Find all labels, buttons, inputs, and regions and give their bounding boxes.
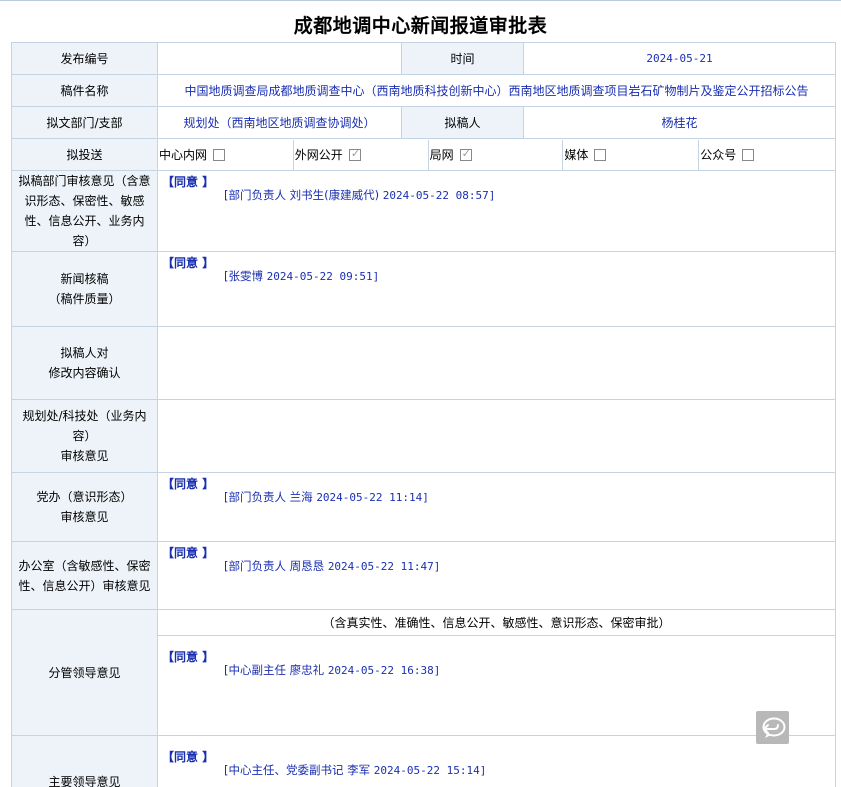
- reply-button[interactable]: [756, 711, 789, 744]
- row-planning-review: 规划处/科技处（业务内容） 审核意见: [11, 399, 836, 473]
- send-option-wechat[interactable]: 公众号: [699, 140, 835, 170]
- author-label: 拟稿人: [401, 106, 524, 139]
- author-confirm-content: [157, 326, 836, 400]
- leader-review-signature: [中心副主任 廖忠礼 2024-05-22 16:38]: [224, 663, 441, 677]
- row-pub-no: 发布编号 时间 2024-05-21: [11, 42, 836, 75]
- row-news-review: 新闻核稿 （稿件质量） 【同意 】 [张雯博 2024-05-22 09:51]: [11, 251, 836, 327]
- row-manuscript: 稿件名称 中国地质调查局成都地质调查中心（西南地质科技创新中心）西南地区地质调查…: [11, 74, 836, 107]
- dept-review-signature: [部门负责人 刘书生(康建威代) 2024-05-22 08:57]: [224, 188, 496, 202]
- leader-review-label: 分管领导意见: [11, 609, 158, 736]
- row-dept-review: 拟稿部门审核意见（含意识形态、保密性、敏感性、信息公开、业务内容） 【同意 】 …: [11, 170, 836, 252]
- send-option-public[interactable]: 外网公开: [294, 139, 429, 170]
- office-review-label: 办公室（含敏感性、保密性、信息公开）审核意见: [11, 541, 158, 610]
- party-review-label: 党办（意识形态） 审核意见: [11, 472, 158, 542]
- pub-no-label: 发布编号: [11, 42, 158, 75]
- row-send: 拟投送 中心内网 外网公开 局网 媒体: [11, 138, 836, 171]
- main-leader-agree: 【同意 】: [162, 750, 215, 764]
- time-label: 时间: [401, 42, 524, 75]
- office-review-signature: [部门负责人 周恳恳 2024-05-22 11:47]: [224, 559, 441, 573]
- party-review-agree: 【同意 】: [162, 477, 215, 491]
- send-option-media[interactable]: 媒体: [563, 139, 700, 170]
- news-review-agree: 【同意 】: [162, 256, 215, 270]
- main-leader-signature: [中心主任、党委副书记 李军 2024-05-22 15:14]: [224, 763, 487, 777]
- main-leader-label: 主要领导意见: [11, 735, 158, 787]
- row-author-confirm: 拟稿人对 修改内容确认: [11, 326, 836, 400]
- public-checkbox[interactable]: [348, 147, 361, 161]
- media-checkbox[interactable]: [594, 148, 607, 161]
- pub-no-value: [157, 42, 402, 75]
- office-review-agree: 【同意 】: [162, 546, 215, 560]
- leader-review-agree: 【同意 】: [162, 650, 215, 664]
- row-main-leader: 主要领导意见 【同意 】 [中心主任、党委副书记 李军 2024-05-22 1…: [11, 735, 836, 787]
- row-office-review: 办公室（含敏感性、保密性、信息公开）审核意见 【同意 】 [部门负责人 周恳恳 …: [11, 541, 836, 610]
- dept-label: 拟文部门/支部: [11, 106, 158, 139]
- time-value: 2024-05-21: [523, 42, 836, 75]
- row-dept: 拟文部门/支部 规划处（西南地区地质调查协调处） 拟稿人 杨桂花: [11, 106, 836, 139]
- dept-value: 规划处（西南地区地质调查协调处）: [157, 106, 402, 139]
- manuscript-value: 中国地质调查局成都地质调查中心（西南地质科技创新中心）西南地区地质调查项目岩石矿…: [157, 74, 836, 107]
- leader-review-note: （含真实性、准确性、信息公开、敏感性、意识形态、保密审批）: [158, 610, 835, 636]
- send-option-intranet[interactable]: 中心内网: [158, 139, 294, 170]
- bureau-checkbox[interactable]: [459, 147, 472, 161]
- dept-review-label: 拟稿部门审核意见（含意识形态、保密性、敏感性、信息公开、业务内容）: [11, 170, 158, 252]
- send-label: 拟投送: [11, 138, 158, 171]
- party-review-signature: [部门负责人 兰海 2024-05-22 11:14]: [224, 490, 429, 504]
- dept-review-agree: 【同意 】: [162, 175, 215, 189]
- news-review-signature: [张雯博 2024-05-22 09:51]: [224, 269, 380, 283]
- top-border: [0, 0, 841, 4]
- send-options: 中心内网 外网公开 局网 媒体 公众号: [157, 138, 836, 171]
- page-title: 成都地调中心新闻报道审批表: [293, 15, 548, 37]
- wechat-checkbox[interactable]: [742, 148, 755, 161]
- planning-review-content: [157, 399, 836, 473]
- intranet-checkbox[interactable]: [213, 148, 226, 161]
- row-leader-review: 分管领导意见 （含真实性、准确性、信息公开、敏感性、意识形态、保密审批） 【同意…: [11, 609, 836, 736]
- planning-review-label: 规划处/科技处（业务内容） 审核意见: [11, 399, 158, 473]
- news-review-label: 新闻核稿 （稿件质量）: [11, 251, 158, 327]
- row-party-review: 党办（意识形态） 审核意见 【同意 】 [部门负责人 兰海 2024-05-22 …: [11, 472, 836, 542]
- author-confirm-label: 拟稿人对 修改内容确认: [11, 326, 158, 400]
- manuscript-label: 稿件名称: [11, 74, 158, 107]
- send-option-bureau[interactable]: 局网: [429, 139, 564, 170]
- approval-form: 发布编号 时间 2024-05-21 稿件名称 中国地质调查局成都地质调查中心（…: [11, 42, 836, 787]
- reply-icon: [762, 717, 785, 738]
- author-value: 杨桂花: [523, 106, 836, 139]
